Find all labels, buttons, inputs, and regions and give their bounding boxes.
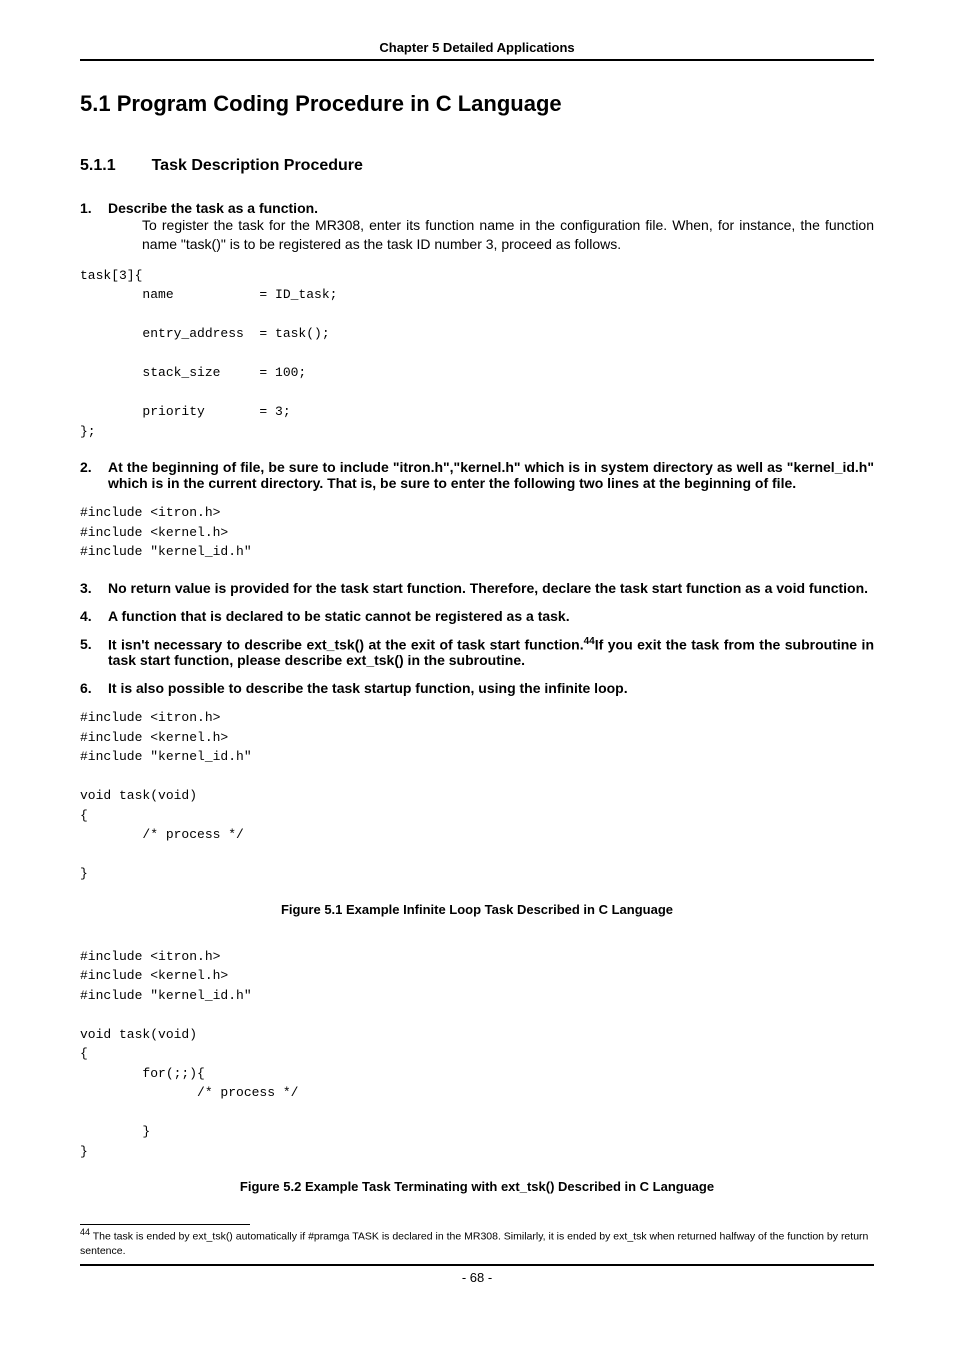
item5-text-a: It isn't necessary to describe ext_tsk()…	[108, 636, 584, 652]
subsection-title: 5.1.1 Task Description Procedure	[80, 157, 874, 175]
list-item-2: 2. At the beginning of file, be sure to …	[80, 459, 874, 491]
footnote-number: 44	[80, 1227, 90, 1237]
subsection-name: Task Description Procedure	[152, 157, 363, 174]
list-number: 3.	[80, 580, 108, 596]
subsection-number: 5.1.1	[80, 157, 116, 174]
list-item-5: 5. It isn't necessary to describe ext_ts…	[80, 636, 874, 669]
footnote-separator	[80, 1224, 250, 1225]
section-title: 5.1 Program Coding Procedure in C Langua…	[80, 91, 874, 117]
list-number: 5.	[80, 636, 108, 652]
footnote-text: The task is ended by ext_tsk() automatic…	[80, 1231, 868, 1257]
chapter-header: Chapter 5 Detailed Applications	[80, 40, 874, 61]
code-block-task-config: task[3]{ name = ID_task; entry_address =…	[80, 266, 874, 442]
list-heading: At the beginning of file, be sure to inc…	[108, 459, 874, 491]
page-number: - 68 -	[80, 1264, 874, 1285]
figure-caption-1: Figure 5.1 Example Infinite Loop Task De…	[80, 902, 874, 917]
figure-caption-2: Figure 5.2 Example Task Terminating with…	[80, 1179, 874, 1194]
list-number: 6.	[80, 680, 108, 696]
code-block-void-task: #include <itron.h> #include <kernel.h> #…	[80, 708, 874, 884]
list-body: To register the task for the MR308, ente…	[142, 216, 874, 254]
list-number: 1.	[80, 200, 108, 216]
list-heading: Describe the task as a function.	[108, 200, 874, 216]
list-number: 2.	[80, 459, 108, 475]
list-heading: It isn't necessary to describe ext_tsk()…	[108, 636, 874, 669]
list-item-1: 1. Describe the task as a function. To r…	[80, 200, 874, 254]
footnote-ref: 44	[584, 636, 595, 647]
list-number: 4.	[80, 608, 108, 624]
code-block-includes: #include <itron.h> #include <kernel.h> #…	[80, 503, 874, 562]
code-block-infinite-loop: #include <itron.h> #include <kernel.h> #…	[80, 947, 874, 1162]
list-heading: No return value is provided for the task…	[108, 580, 874, 596]
list-heading: It is also possible to describe the task…	[108, 680, 874, 696]
list-heading: A function that is declared to be static…	[108, 608, 874, 624]
list-item-3: 3. No return value is provided for the t…	[80, 580, 874, 596]
list-item-4: 4. A function that is declared to be sta…	[80, 608, 874, 624]
list-item-6: 6. It is also possible to describe the t…	[80, 680, 874, 696]
footnote: 44 The task is ended by ext_tsk() automa…	[80, 1227, 874, 1258]
